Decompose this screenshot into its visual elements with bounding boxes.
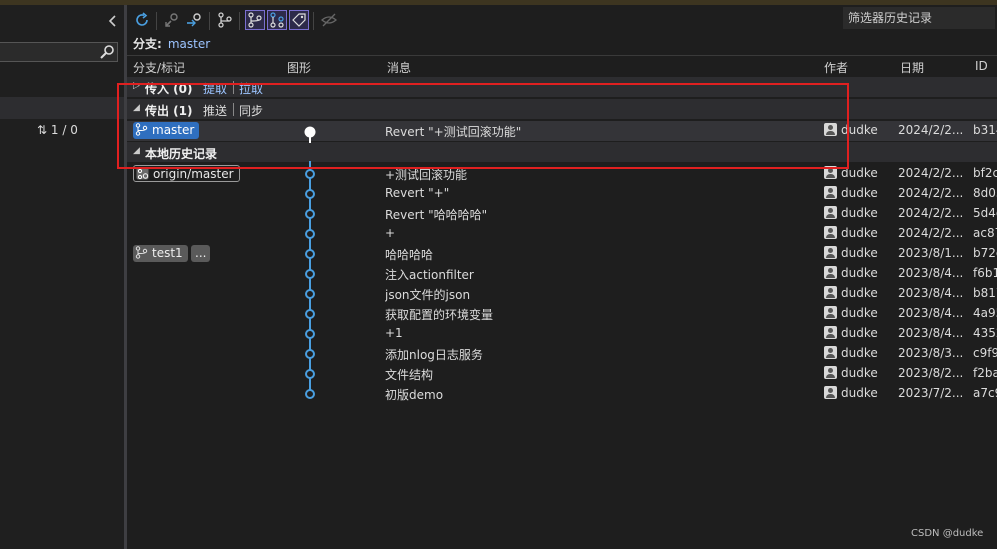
- commit-node: [305, 369, 315, 379]
- commit-node: [305, 169, 315, 179]
- highlight-box: [117, 83, 849, 169]
- up-down-arrows-icon: ⇅: [37, 123, 48, 137]
- left-pane: ⇅ 1 / 0: [0, 5, 124, 549]
- commit-node: [305, 229, 315, 239]
- collapse-chevron-icon[interactable]: [106, 13, 120, 29]
- commit-node: [305, 209, 315, 219]
- commit-node: [305, 389, 315, 399]
- left-selected-row[interactable]: [0, 97, 124, 119]
- left-search-input[interactable]: [0, 42, 118, 62]
- commit-node: [305, 309, 315, 319]
- commit-node: [305, 289, 315, 299]
- search-icon: [99, 44, 115, 60]
- sync-counter: ⇅ 1 / 0: [37, 123, 78, 137]
- watermark: CSDN @dudke: [911, 528, 984, 539]
- commit-node: [305, 349, 315, 359]
- commit-node: [305, 249, 315, 259]
- commit-node: [305, 329, 315, 339]
- commit-node: [305, 189, 315, 199]
- commit-node: [305, 269, 315, 279]
